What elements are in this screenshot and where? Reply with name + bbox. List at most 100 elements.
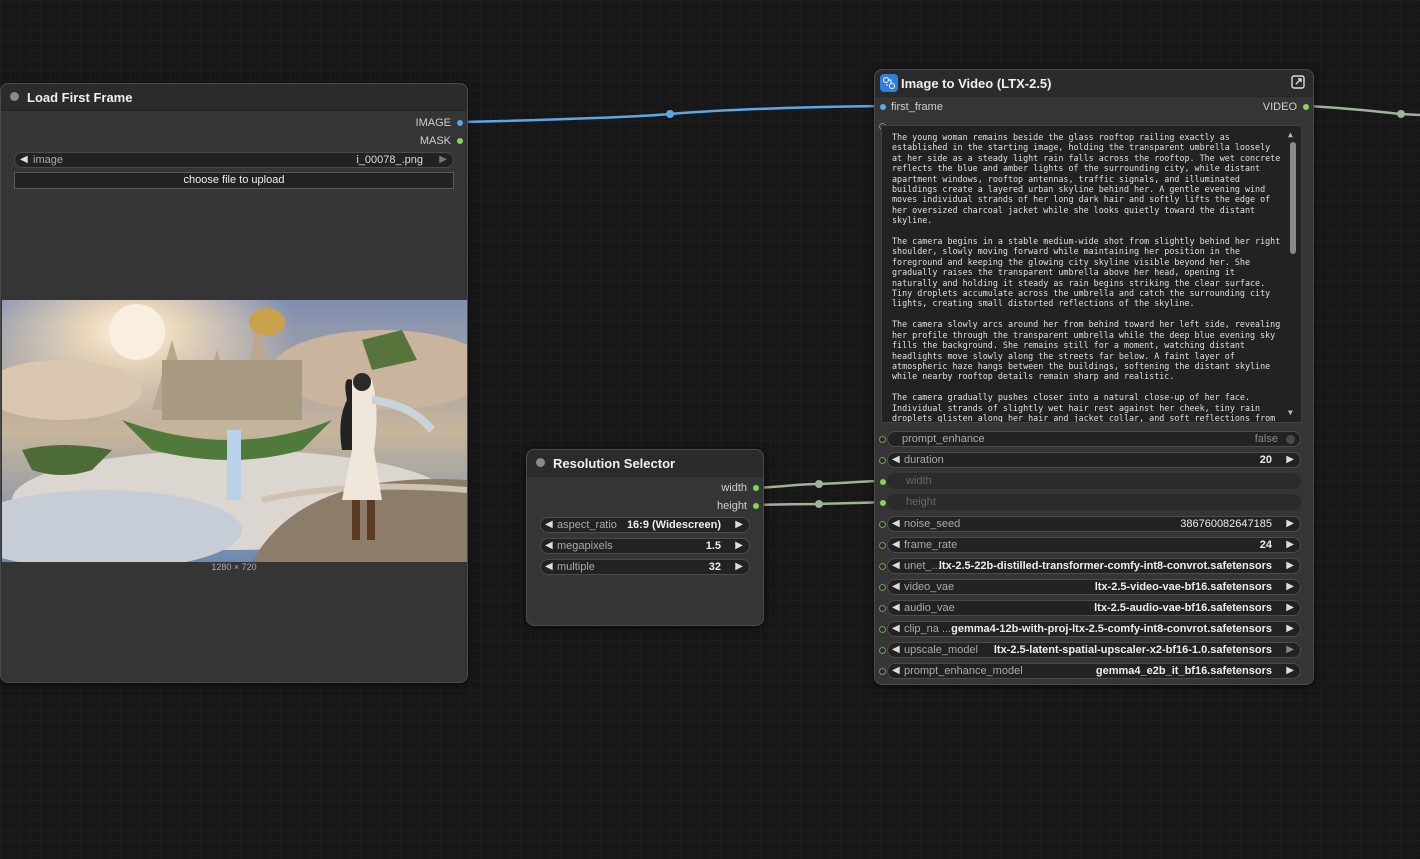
arrow-left-icon[interactable]: ◀ — [892, 454, 900, 465]
prompt-paragraph-4: The camera gradually pushes closer into … — [892, 392, 1276, 423]
node-header[interactable]: Load First Frame — [1, 84, 467, 111]
unet-combo[interactable]: ◀ unet_... ltx-2.5-22b-distilled-transfo… — [887, 558, 1301, 574]
noise-seed-socket[interactable] — [879, 521, 886, 528]
arrow-left-icon[interactable]: ◀ — [545, 519, 553, 530]
image-to-video-node[interactable]: Image to Video (LTX-2.5) first_frame VID… — [874, 69, 1314, 685]
arrow-right-icon[interactable]: ▶ — [1286, 539, 1294, 550]
widget-label: audio_vae — [904, 602, 955, 614]
widget-value: 386760082647185 — [1180, 518, 1272, 530]
output-mask-socket[interactable] — [457, 138, 463, 144]
arrow-right-icon[interactable]: ▶ — [1286, 602, 1294, 613]
widget-value: 1.5 — [705, 540, 721, 552]
arrow-left-icon[interactable]: ◀ — [892, 623, 900, 634]
scroll-down-icon[interactable]: ▼ — [1288, 408, 1293, 418]
widget-value: gemma4_e2b_it_bf16.safetensors — [1095, 665, 1272, 677]
upscale-model-combo[interactable]: ◀ upscale_model ltx-2.5-latent-spatial-u… — [887, 642, 1301, 658]
height-input-socket[interactable] — [880, 500, 886, 506]
widget-label: frame_rate — [904, 539, 958, 551]
video-link-midpoint — [1397, 110, 1405, 118]
video-vae-combo[interactable]: ◀ video_vae ltx-2.5-video-vae-bf16.safet… — [887, 579, 1301, 595]
arrow-right-icon[interactable]: ▶ — [1286, 623, 1294, 634]
scroll-up-icon[interactable]: ▲ — [1288, 130, 1293, 140]
widget-value: 24 — [1259, 539, 1272, 551]
arrow-right-icon[interactable]: ▶ — [1286, 665, 1294, 676]
clip-name-combo[interactable]: ◀ clip_na ... gemma4-12b-with-proj-ltx-2… — [887, 621, 1301, 637]
upscale-model-socket[interactable] — [879, 647, 886, 654]
load-first-frame-node[interactable]: Load First Frame IMAGE MASK ◀ image i_00… — [0, 83, 468, 683]
video-vae-socket[interactable] — [879, 584, 886, 591]
arrow-right-icon[interactable]: ▶ — [735, 519, 743, 530]
widget-label: clip_na ... — [904, 623, 952, 635]
unet-socket[interactable] — [879, 563, 886, 570]
prompt-enhance-toggle[interactable]: prompt_enhance false — [887, 431, 1301, 447]
collapse-dot[interactable] — [10, 92, 19, 101]
arrow-left-icon[interactable]: ◀ — [20, 154, 28, 165]
prompt-enhance-model-socket[interactable] — [879, 668, 886, 675]
frame-rate-socket[interactable] — [879, 542, 886, 549]
prompt-textarea[interactable]: The young woman remains beside the glass… — [881, 125, 1302, 423]
arrow-right-icon[interactable]: ▶ — [1286, 644, 1294, 655]
arrow-right-icon[interactable]: ▶ — [735, 540, 743, 551]
widget-value: ltx-2.5-audio-vae-bf16.safetensors — [1094, 602, 1272, 614]
node-header[interactable]: Image to Video (LTX-2.5) — [875, 70, 1313, 97]
arrow-right-icon[interactable]: ▶ — [735, 561, 743, 572]
output-width-socket[interactable] — [753, 485, 759, 491]
clip-name-socket[interactable] — [879, 626, 886, 633]
arrow-right-icon[interactable]: ▶ — [1286, 518, 1294, 529]
image-link-midpoint — [666, 110, 674, 118]
frame-rate-widget[interactable]: ◀ frame_rate 24 ▶ — [887, 537, 1301, 553]
megapixels-widget[interactable]: ◀ megapixels 1.5 ▶ — [540, 538, 750, 554]
arrow-right-icon[interactable]: ▶ — [439, 154, 447, 165]
arrow-left-icon[interactable]: ◀ — [545, 540, 553, 551]
toggle-knob[interactable] — [1286, 435, 1295, 444]
output-image-label: IMAGE — [415, 117, 451, 129]
arrow-right-icon[interactable]: ▶ — [1286, 560, 1294, 571]
audio-vae-combo[interactable]: ◀ audio_vae ltx-2.5-audio-vae-bf16.safet… — [887, 600, 1301, 616]
image-preview — [2, 300, 467, 562]
input-first-frame-socket[interactable] — [880, 104, 886, 110]
collapse-dot[interactable] — [536, 458, 545, 467]
image-combo[interactable]: ◀ image i_00078_.png ▶ — [14, 152, 454, 168]
duration-widget[interactable]: ◀ duration 20 ▶ — [887, 452, 1301, 468]
output-image-socket[interactable] — [457, 120, 463, 126]
output-height-socket[interactable] — [753, 503, 759, 509]
prompt-enhance-model-combo[interactable]: ◀ prompt_enhance_model gemma4_e2b_it_bf1… — [887, 663, 1301, 679]
scroll-thumb[interactable] — [1290, 142, 1296, 254]
node-title: Image to Video (LTX-2.5) — [901, 76, 1052, 91]
arrow-right-icon[interactable]: ▶ — [1286, 581, 1294, 592]
widget-label: width — [906, 475, 932, 487]
node-header[interactable]: Resolution Selector — [527, 450, 763, 477]
widget-label: multiple — [557, 561, 595, 573]
upload-button[interactable]: choose file to upload — [14, 172, 454, 189]
width-input-widget: width — [887, 473, 1301, 489]
prompt-paragraph-1: The young woman remains beside the glass… — [892, 132, 1281, 226]
aspect-ratio-widget[interactable]: ◀ aspect_ratio 16:9 (Widescreen) ▶ — [540, 517, 750, 533]
arrow-left-icon[interactable]: ◀ — [892, 665, 900, 676]
output-video-socket[interactable] — [1303, 104, 1309, 110]
resolution-selector-node[interactable]: Resolution Selector width height ◀ aspec… — [526, 449, 764, 626]
widget-label: noise_seed — [904, 518, 961, 530]
input-first-frame-label: first_frame — [891, 101, 943, 113]
noise-seed-widget[interactable]: ◀ noise_seed 386760082647185 ▶ — [887, 516, 1301, 532]
duration-socket[interactable] — [879, 457, 886, 464]
arrow-left-icon[interactable]: ◀ — [892, 581, 900, 592]
arrow-left-icon[interactable]: ◀ — [545, 561, 553, 572]
width-input-socket[interactable] — [880, 479, 886, 485]
audio-vae-socket[interactable] — [879, 605, 886, 612]
widget-label: prompt_enhance — [902, 433, 985, 445]
arrow-right-icon[interactable]: ▶ — [1286, 454, 1294, 465]
expand-icon[interactable] — [1291, 75, 1305, 89]
arrow-left-icon[interactable]: ◀ — [892, 518, 900, 529]
arrow-left-icon[interactable]: ◀ — [892, 602, 900, 613]
widget-label: video_vae — [904, 581, 955, 593]
prompt-paragraph-3: The camera slowly arcs around her from b… — [892, 319, 1281, 382]
arrow-left-icon[interactable]: ◀ — [892, 560, 900, 571]
image-combo-label: image — [33, 154, 63, 166]
scrollbar[interactable]: ▲ ▼ — [1288, 130, 1297, 418]
arrow-left-icon[interactable]: ◀ — [892, 644, 900, 655]
multiple-widget[interactable]: ◀ multiple 32 ▶ — [540, 559, 750, 575]
arrow-left-icon[interactable]: ◀ — [892, 539, 900, 550]
widget-label: prompt_enhance_model — [904, 665, 1023, 677]
prompt-enhance-socket[interactable] — [879, 436, 886, 443]
widget-value: false — [1254, 433, 1278, 445]
